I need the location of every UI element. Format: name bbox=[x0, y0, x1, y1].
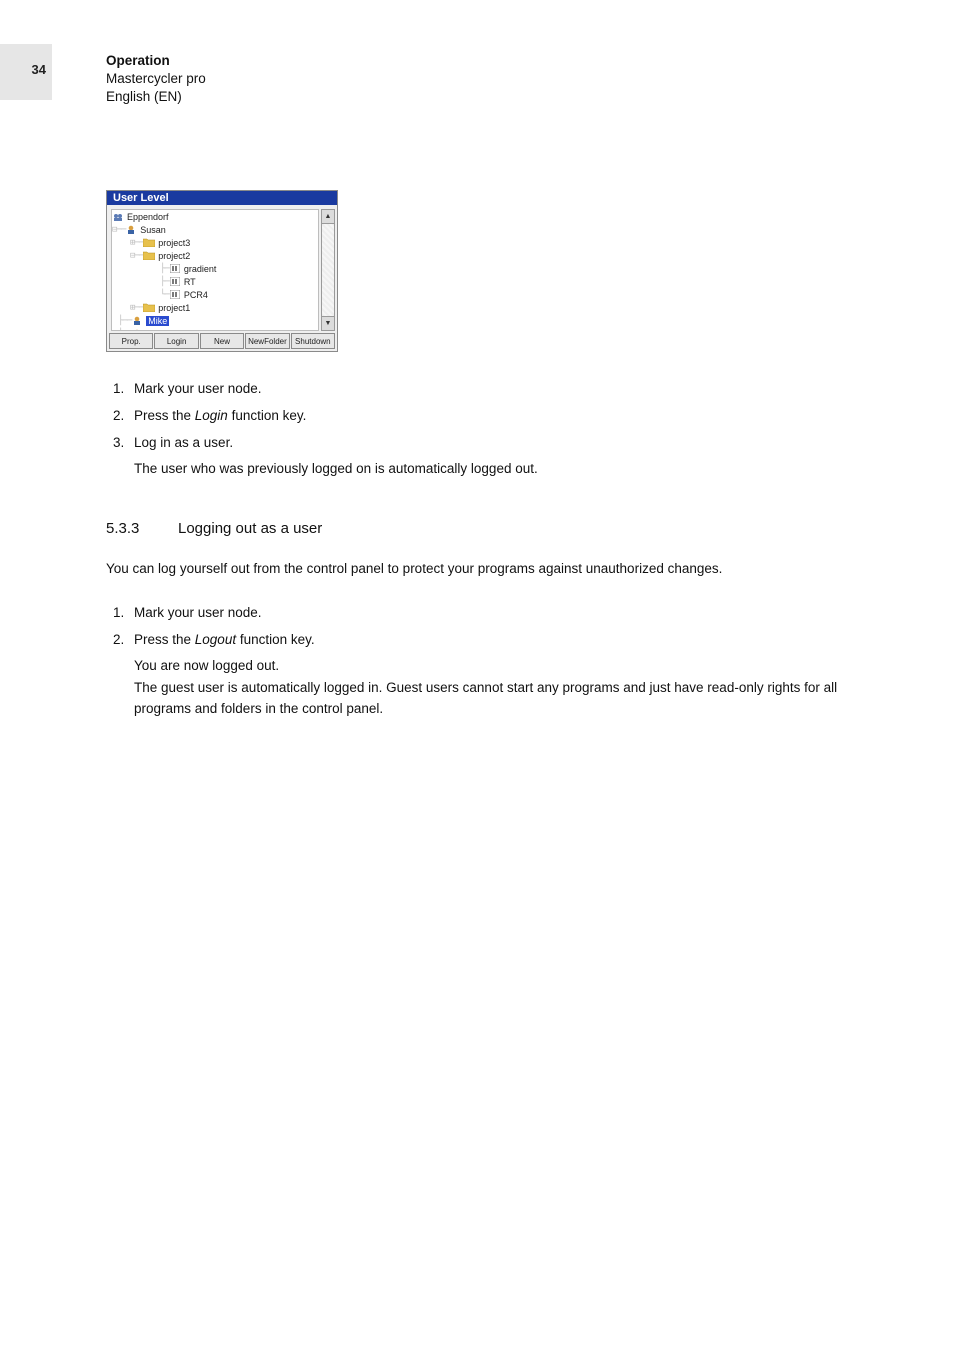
logout-steps: Mark your user node. Press the Logout fu… bbox=[106, 602, 894, 652]
page-header: Operation Mastercycler pro English (EN) bbox=[106, 52, 206, 107]
header-product: Mastercycler pro bbox=[106, 70, 206, 88]
newfolder-button[interactable]: NewFolder bbox=[245, 333, 289, 349]
user-label-selected: Mike bbox=[146, 316, 169, 326]
section-heading: 5.3.3Logging out as a user bbox=[106, 520, 894, 537]
program-icon bbox=[169, 264, 181, 274]
logout-intro: You can log yourself out from the contro… bbox=[106, 559, 894, 580]
logout-step-2: Press the Logout function key. bbox=[128, 629, 894, 652]
user-node-alice[interactable]: └── Alice bbox=[112, 327, 318, 331]
prop-button[interactable]: Prop. bbox=[109, 333, 153, 349]
program-label: PCR4 bbox=[184, 290, 208, 300]
logout-key-name: Logout bbox=[195, 632, 236, 647]
user-icon bbox=[131, 329, 143, 332]
user-node-susan[interactable]: ⊟── Susan bbox=[112, 223, 318, 236]
section-number: 5.3.3 bbox=[106, 520, 178, 537]
function-key-bar: Prop. Login New NewFolder Shutdown bbox=[109, 333, 335, 349]
app-screenshot: User Level Mon15/2007 01.21:09pm Eppendo… bbox=[106, 190, 338, 352]
program-icon bbox=[169, 290, 181, 300]
program-gradient[interactable]: ├─ gradient bbox=[112, 262, 318, 275]
header-title: Operation bbox=[106, 52, 206, 70]
folder-icon bbox=[143, 251, 155, 261]
user-icon bbox=[131, 316, 143, 326]
scroll-track[interactable] bbox=[321, 224, 335, 316]
login-key-name: Login bbox=[195, 408, 228, 423]
user-icon bbox=[125, 225, 137, 235]
page-number-tab: 34 bbox=[0, 44, 52, 100]
tree-root[interactable]: Eppendorf bbox=[112, 210, 318, 223]
program-rt[interactable]: ├─ RT bbox=[112, 275, 318, 288]
user-node-mike[interactable]: ├── Mike bbox=[112, 314, 318, 327]
tree-root-label: Eppendorf bbox=[127, 212, 169, 222]
program-label: RT bbox=[184, 277, 196, 287]
page: 34 Operation Mastercycler pro English (E… bbox=[0, 0, 954, 1350]
folder-project1[interactable]: ⊞── project1 bbox=[112, 301, 318, 314]
folder-icon bbox=[143, 238, 155, 248]
scrollbar[interactable]: ▲ ▼ bbox=[321, 209, 335, 331]
window-body: Mon15/2007 01.21:09pm Eppendorf ⊟── Susa… bbox=[107, 205, 337, 351]
scroll-down-icon[interactable]: ▼ bbox=[321, 316, 335, 331]
logout-step-1: Mark your user node. bbox=[128, 602, 894, 625]
step-3: Log in as a user. bbox=[128, 432, 894, 455]
step-2: Press the Login function key. bbox=[128, 405, 894, 428]
step-3-result: The user who was previously logged on is… bbox=[134, 459, 894, 480]
login-button[interactable]: Login bbox=[154, 333, 198, 349]
tree-view[interactable]: Eppendorf ⊟── Susan ⊞── project3 ⊟── bbox=[111, 209, 319, 331]
folder-label: project2 bbox=[158, 251, 190, 261]
new-button[interactable]: New bbox=[200, 333, 244, 349]
folder-icon bbox=[143, 303, 155, 313]
folder-label: project3 bbox=[158, 238, 190, 248]
program-icon bbox=[169, 277, 181, 287]
program-label: gradient bbox=[184, 264, 217, 274]
logout-result-1: You are now logged out. bbox=[134, 656, 894, 677]
program-pcr4[interactable]: └─ PCR4 bbox=[112, 288, 318, 301]
content: User Level Mon15/2007 01.21:09pm Eppendo… bbox=[106, 190, 894, 720]
user-label: Susan bbox=[140, 225, 166, 235]
scroll-up-icon[interactable]: ▲ bbox=[321, 209, 335, 224]
header-lang: English (EN) bbox=[106, 88, 206, 106]
window-title: User Level bbox=[107, 191, 337, 205]
login-steps: Mark your user node. Press the Login fun… bbox=[106, 378, 894, 455]
shutdown-button[interactable]: Shutdown bbox=[291, 333, 335, 349]
logout-result-2: The guest user is automatically logged i… bbox=[134, 678, 894, 720]
step-1: Mark your user node. bbox=[128, 378, 894, 401]
folder-project3[interactable]: ⊞── project3 bbox=[112, 236, 318, 249]
folder-project2[interactable]: ⊟── project2 bbox=[112, 249, 318, 262]
page-number: 34 bbox=[32, 62, 46, 77]
user-label: Alice bbox=[146, 329, 166, 332]
folder-label: project1 bbox=[158, 303, 190, 313]
section-title: Logging out as a user bbox=[178, 520, 322, 537]
group-icon bbox=[112, 212, 124, 222]
